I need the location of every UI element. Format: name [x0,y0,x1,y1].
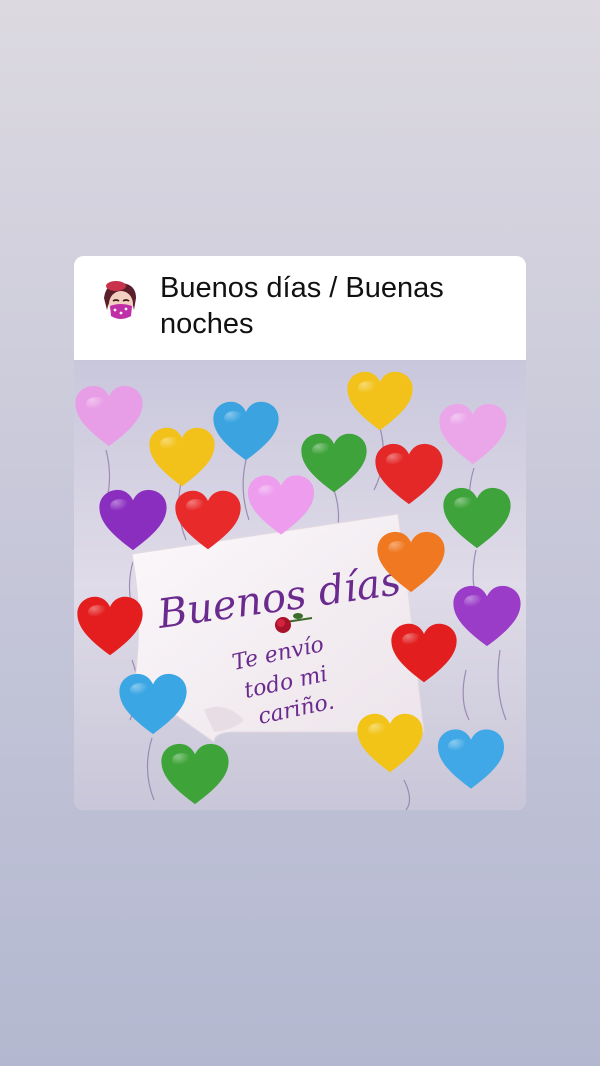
post-title: Buenos días / Buenas noches [160,272,444,340]
card-header: Buenos días / Buenas noches [74,256,526,360]
greeting-image: Buenos días Te envío todo mi cariño. [74,360,526,810]
story-card[interactable]: Buenos días / Buenas noches Buenos días … [74,256,526,810]
avatar[interactable] [94,276,146,328]
